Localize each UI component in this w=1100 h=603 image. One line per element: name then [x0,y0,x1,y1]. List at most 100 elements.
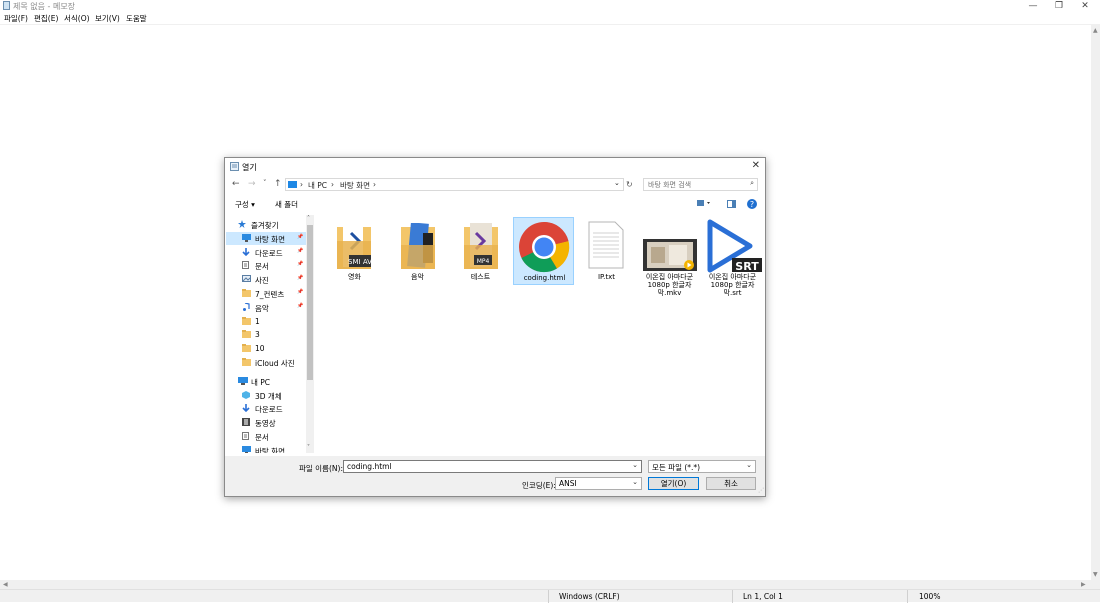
chevron-down-icon[interactable]: ⌄ [746,461,752,469]
notepad-titlebar: 제목 없음 - 메모장 — ❐ ✕ [0,0,1100,12]
scroll-down-icon[interactable]: ▼ [1093,571,1098,578]
picture-icon [242,275,251,283]
sidebar-item[interactable]: 다운로드 📌 [226,246,306,259]
window-title: 제목 없음 - 메모장 [13,2,76,11]
organize-button[interactable]: 구성 ▾ [235,199,255,210]
folder-badge: MP4 [477,258,490,265]
menu-file[interactable]: 파일(F) [4,13,28,24]
scroll-left-icon[interactable]: ◀ [3,581,8,588]
address-segment-pc[interactable]: 내 PC [308,180,327,191]
back-icon[interactable]: ← [232,179,240,189]
sidebar-item[interactable]: 10 [226,342,306,355]
star-icon [238,220,246,228]
new-folder-button[interactable]: 새 폴더 [275,199,298,210]
pin-icon: 📌 [297,289,304,295]
sidebar-item[interactable]: 7_컨텐츠 📌 [226,287,306,300]
resize-grip-icon[interactable]: ⋰ [758,487,764,494]
close-button[interactable]: ✕ [1072,0,1098,12]
address-bar[interactable]: › 내 PC › 바탕 화면 › ⌄ [285,178,624,191]
refresh-icon[interactable]: ↻ [626,180,633,189]
sidebar-item[interactable]: 바탕 화면 📌 [226,231,306,245]
file-item-music-folder[interactable]: 음악 [387,217,448,285]
navigation-pane-scrollbar[interactable]: ˄ ˅ [306,215,314,453]
sidebar-item-label: 음악 [255,303,269,313]
download-icon [242,404,250,413]
folder-icon [242,330,251,339]
forward-icon[interactable]: → [248,179,256,189]
up-icon[interactable]: ↑ [274,179,282,189]
chevron-down-icon[interactable]: ⌄ [632,478,638,486]
navigation-bar: ← → ˅ ↑ › 내 PC › 바탕 화면 › ⌄ ↻ ⌕ [225,176,765,194]
filename-value[interactable]: coding.html [347,462,392,471]
sidebar-item[interactable]: 즐겨찾기 [226,218,306,231]
encoding-select[interactable]: ANSI ⌄ [555,477,642,490]
search-box[interactable]: ⌕ [643,178,758,191]
sidebar-item[interactable]: 동영상 [226,416,306,429]
filetype-value: 모든 파일 (*.*) [652,463,701,472]
navigation-pane: 즐겨찾기 바탕 화면 📌 다운로드 📌 문서 📌 사진 📌 7_컨텐츠 📌 음악 📌 1 3 10 iCloud… [226,215,314,453]
pin-icon: 📌 [297,302,304,309]
search-icon[interactable]: ⌕ [750,179,754,188]
scroll-up-icon[interactable]: ▲ [1093,27,1098,34]
sidebar-item[interactable]: 다운로드 [226,402,306,415]
cancel-button[interactable]: 취소 [706,477,756,490]
search-input[interactable] [644,180,743,190]
sidebar-item[interactable]: 바탕 화면 [226,444,306,453]
svg-text:?: ? [750,200,754,209]
preview-pane-icon[interactable] [727,200,736,208]
scroll-up-icon[interactable]: ˄ [307,215,310,222]
filename-label: 파일 이름(N): [299,464,343,473]
horizontal-scrollbar[interactable]: ◀ ▶ [0,580,1091,589]
dialog-titlebar: 열기 ✕ [225,158,765,175]
sidebar-item-label: iCloud 사진 [255,359,295,368]
status-divider [548,590,549,603]
file-badge: SRT [735,260,759,273]
restore-button[interactable]: ❐ [1046,0,1072,12]
filetype-select[interactable]: 모든 파일 (*.*) ⌄ [648,460,756,473]
subtitle-file-icon: SRT [707,219,762,273]
chevron-down-icon[interactable]: ⌄ [614,179,620,187]
sidebar-item-label: 문서 [255,433,269,442]
file-item-test-folder[interactable]: MP4 테스트 [450,217,511,285]
sidebar-item[interactable]: 3 [226,328,306,341]
menu-edit[interactable]: 편집(E) [34,13,58,24]
sidebar-item[interactable]: 사진 📌 [226,273,306,286]
file-item-video-mkv[interactable]: 이온집 아마다군 1080p 한글자막.mkv [639,217,700,297]
scroll-down-icon[interactable]: ˅ [307,444,310,451]
folder-icon: MP4 [464,223,498,269]
vertical-scrollbar[interactable]: ▲ ▼ [1091,25,1100,580]
sidebar-item[interactable]: 문서 [226,430,306,443]
folder-icon [242,358,251,366]
menu-help[interactable]: 도움말 [126,13,147,24]
recent-locations-icon[interactable]: ˅ [263,179,267,187]
minimize-button[interactable]: — [1020,0,1046,12]
notepad-icon [3,1,10,10]
help-icon[interactable]: ? [747,199,757,209]
sidebar-item[interactable]: iCloud 사진 [226,356,306,369]
sidebar-item-label: 3D 개체 [255,391,282,401]
scrollbar-thumb[interactable] [307,225,313,380]
sidebar-item[interactable]: 내 PC [226,375,306,388]
filename-field[interactable]: coding.html ⌄ [343,460,642,473]
file-item-ip-txt[interactable]: IP.txt [576,217,637,285]
file-item-subtitle-srt[interactable]: SRT 이온집 아마다군 1080p 한글자막.srt [702,217,763,297]
sidebar-item[interactable]: 1 [226,315,306,328]
chevron-down-icon[interactable]: ⌄ [632,461,638,469]
scroll-right-icon[interactable]: ▶ [1081,581,1086,588]
dialog-close-button[interactable]: ✕ [752,160,760,171]
sidebar-item[interactable]: 3D 개체 [226,389,306,402]
line-ending-status: Windows (CRLF) [559,592,620,601]
view-options-icon[interactable] [697,200,711,208]
dialog-footer: 파일 이름(N): coding.html ⌄ 모든 파일 (*.*) ⌄ 인코… [225,456,765,496]
file-item-coding-html[interactable]: coding.html [513,217,574,285]
menu-view[interactable]: 보기(V) [95,13,120,24]
address-segment-desktop[interactable]: 바탕 화면 [340,180,370,191]
sidebar-item[interactable]: 음악 📌 [226,301,306,314]
desktop-icon [242,233,251,242]
pin-icon: 📌 [297,261,304,268]
open-button[interactable]: 열기(O) [648,477,699,490]
sidebar-item-label: 동영상 [255,419,276,429]
sidebar-item[interactable]: 문서 📌 [226,259,306,272]
menu-format[interactable]: 서식(O) [64,13,90,24]
file-item-movies-folder[interactable]: SMI AV 영화 [324,217,385,285]
